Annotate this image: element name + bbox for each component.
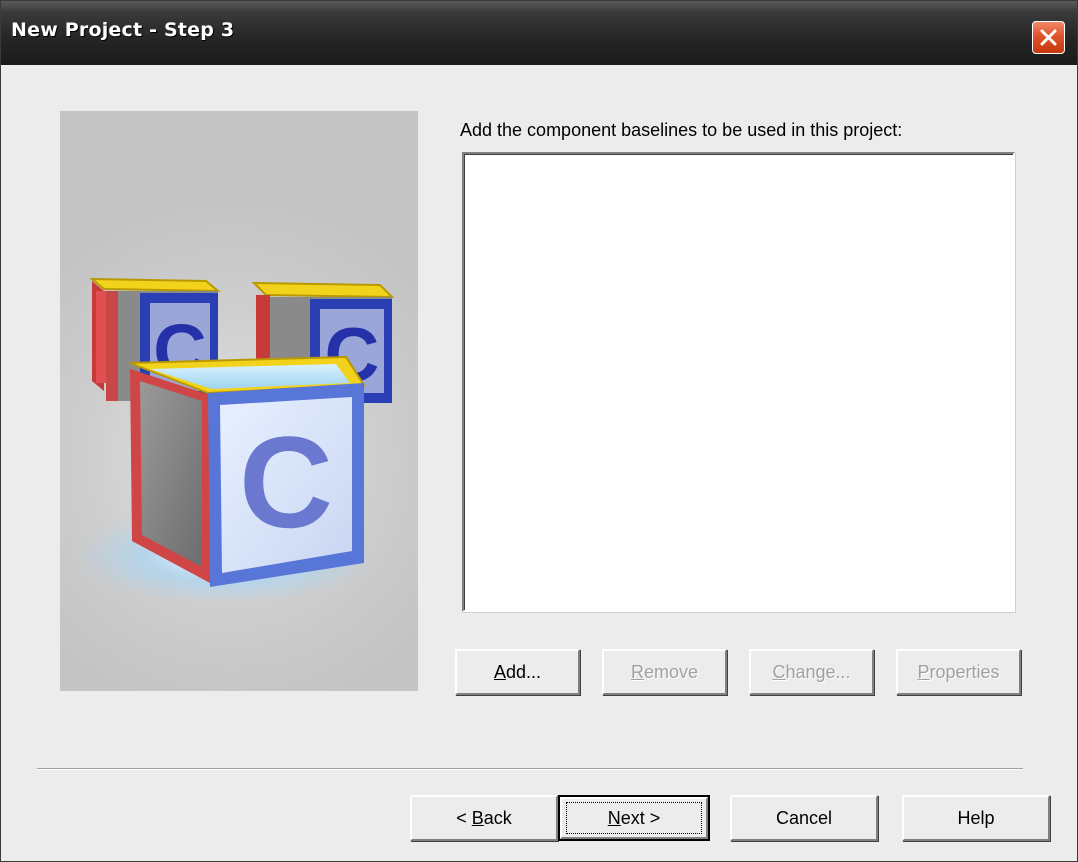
footer-separator (37, 768, 1023, 770)
toy-blocks-image: C C C (75, 277, 395, 604)
add-button[interactable]: Add... (455, 649, 580, 695)
help-label: Help (957, 807, 995, 828)
properties-button[interactable]: Properties (896, 649, 1021, 695)
help-button[interactable]: Help (902, 795, 1050, 841)
component-baselines-list[interactable] (462, 152, 1015, 612)
close-icon (1040, 29, 1057, 46)
wizard-illustration: C C C (60, 111, 418, 691)
title-bar[interactable]: New Project - Step 3 (1, 1, 1077, 65)
dialog-window: New Project - Step 3 C C C Add the compo… (0, 0, 1078, 862)
change-button[interactable]: Change... (749, 649, 874, 695)
cancel-label: Cancel (775, 807, 833, 828)
cancel-button[interactable]: Cancel (730, 795, 878, 841)
baselines-prompt: Add the component baselines to be used i… (460, 120, 903, 140)
front-block-letter: C (239, 409, 333, 555)
window-title: New Project - Step 3 (11, 19, 235, 41)
next-button[interactable]: Next > (558, 795, 710, 841)
close-button[interactable] (1032, 21, 1065, 54)
back-button[interactable]: < Back (410, 795, 558, 841)
front-block: C (129, 355, 366, 587)
remove-button[interactable]: Remove (602, 649, 727, 695)
